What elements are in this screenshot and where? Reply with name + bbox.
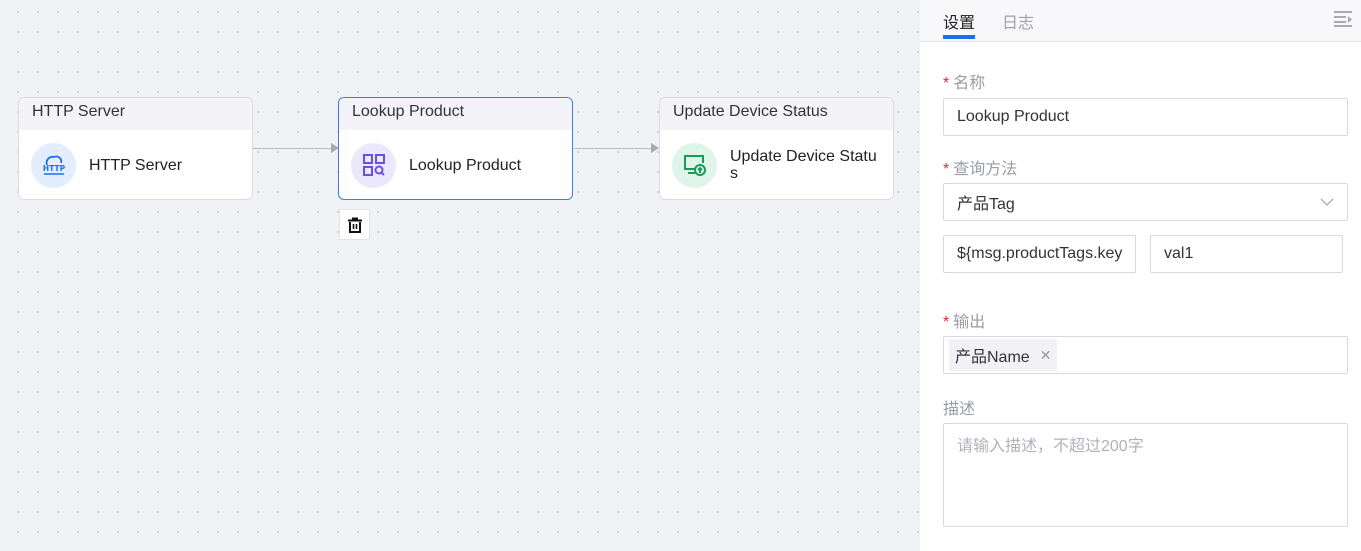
description-label: 描述 (943, 401, 976, 418)
output-label: * 输出 (943, 314, 986, 331)
tag-value-input[interactable]: val1 (1150, 235, 1343, 273)
name-input[interactable]: Lookup Product (943, 98, 1348, 136)
tab-settings[interactable]: 设置 (943, 9, 976, 39)
trash-icon (347, 217, 362, 233)
node-header: Update Device Status (660, 98, 893, 130)
panel-tabs: 设置 日志 (920, 0, 1361, 42)
device-upload-icon (672, 142, 717, 188)
node-header: Lookup Product (339, 98, 572, 130)
node-update-device-status[interactable]: Update Device Status Update Device Statu… (659, 97, 894, 200)
edge-connector (253, 148, 333, 149)
tag-key-input[interactable]: ${msg.productTags.key (943, 235, 1136, 273)
collapse-panel-icon[interactable] (1333, 10, 1353, 28)
arrow-icon (651, 143, 659, 153)
node-header: HTTP Server (19, 98, 252, 130)
tab-logs[interactable]: 日志 (1002, 9, 1034, 33)
method-select[interactable]: 产品Tag (943, 183, 1348, 221)
description-textarea[interactable]: 请输入描述，不超过200字 (943, 423, 1348, 527)
method-label: * 查询方法 (943, 161, 1018, 178)
settings-panel: 设置 日志 * 名称 Lookup Product * 查询方法 产品Tag ${m… (920, 0, 1361, 551)
remove-tag-icon[interactable]: ✕ (1040, 347, 1052, 364)
output-multiselect[interactable]: 产品Name ✕ (943, 336, 1348, 374)
name-label: * 名称 (943, 75, 986, 92)
node-label: Update Device Status (730, 148, 877, 182)
svg-text:HTTP: HTTP (42, 164, 65, 173)
delete-node-button[interactable] (339, 209, 370, 240)
method-select-value: 产品Tag (957, 196, 1015, 213)
node-http-server[interactable]: HTTP Server HTTP HTTP Server (18, 97, 253, 200)
node-label: HTTP Server (89, 156, 183, 174)
flow-canvas[interactable]: HTTP Server HTTP HTTP Server Lookup Prod… (0, 0, 920, 551)
chevron-down-icon (1320, 198, 1334, 206)
http-cloud-icon: HTTP (31, 142, 76, 188)
edge-connector (574, 148, 654, 149)
output-tag: 产品Name ✕ (949, 339, 1058, 371)
grid-search-icon (351, 142, 396, 188)
node-label: Lookup Product (409, 156, 522, 174)
node-lookup-product[interactable]: Lookup Product Lookup Product (338, 97, 573, 200)
